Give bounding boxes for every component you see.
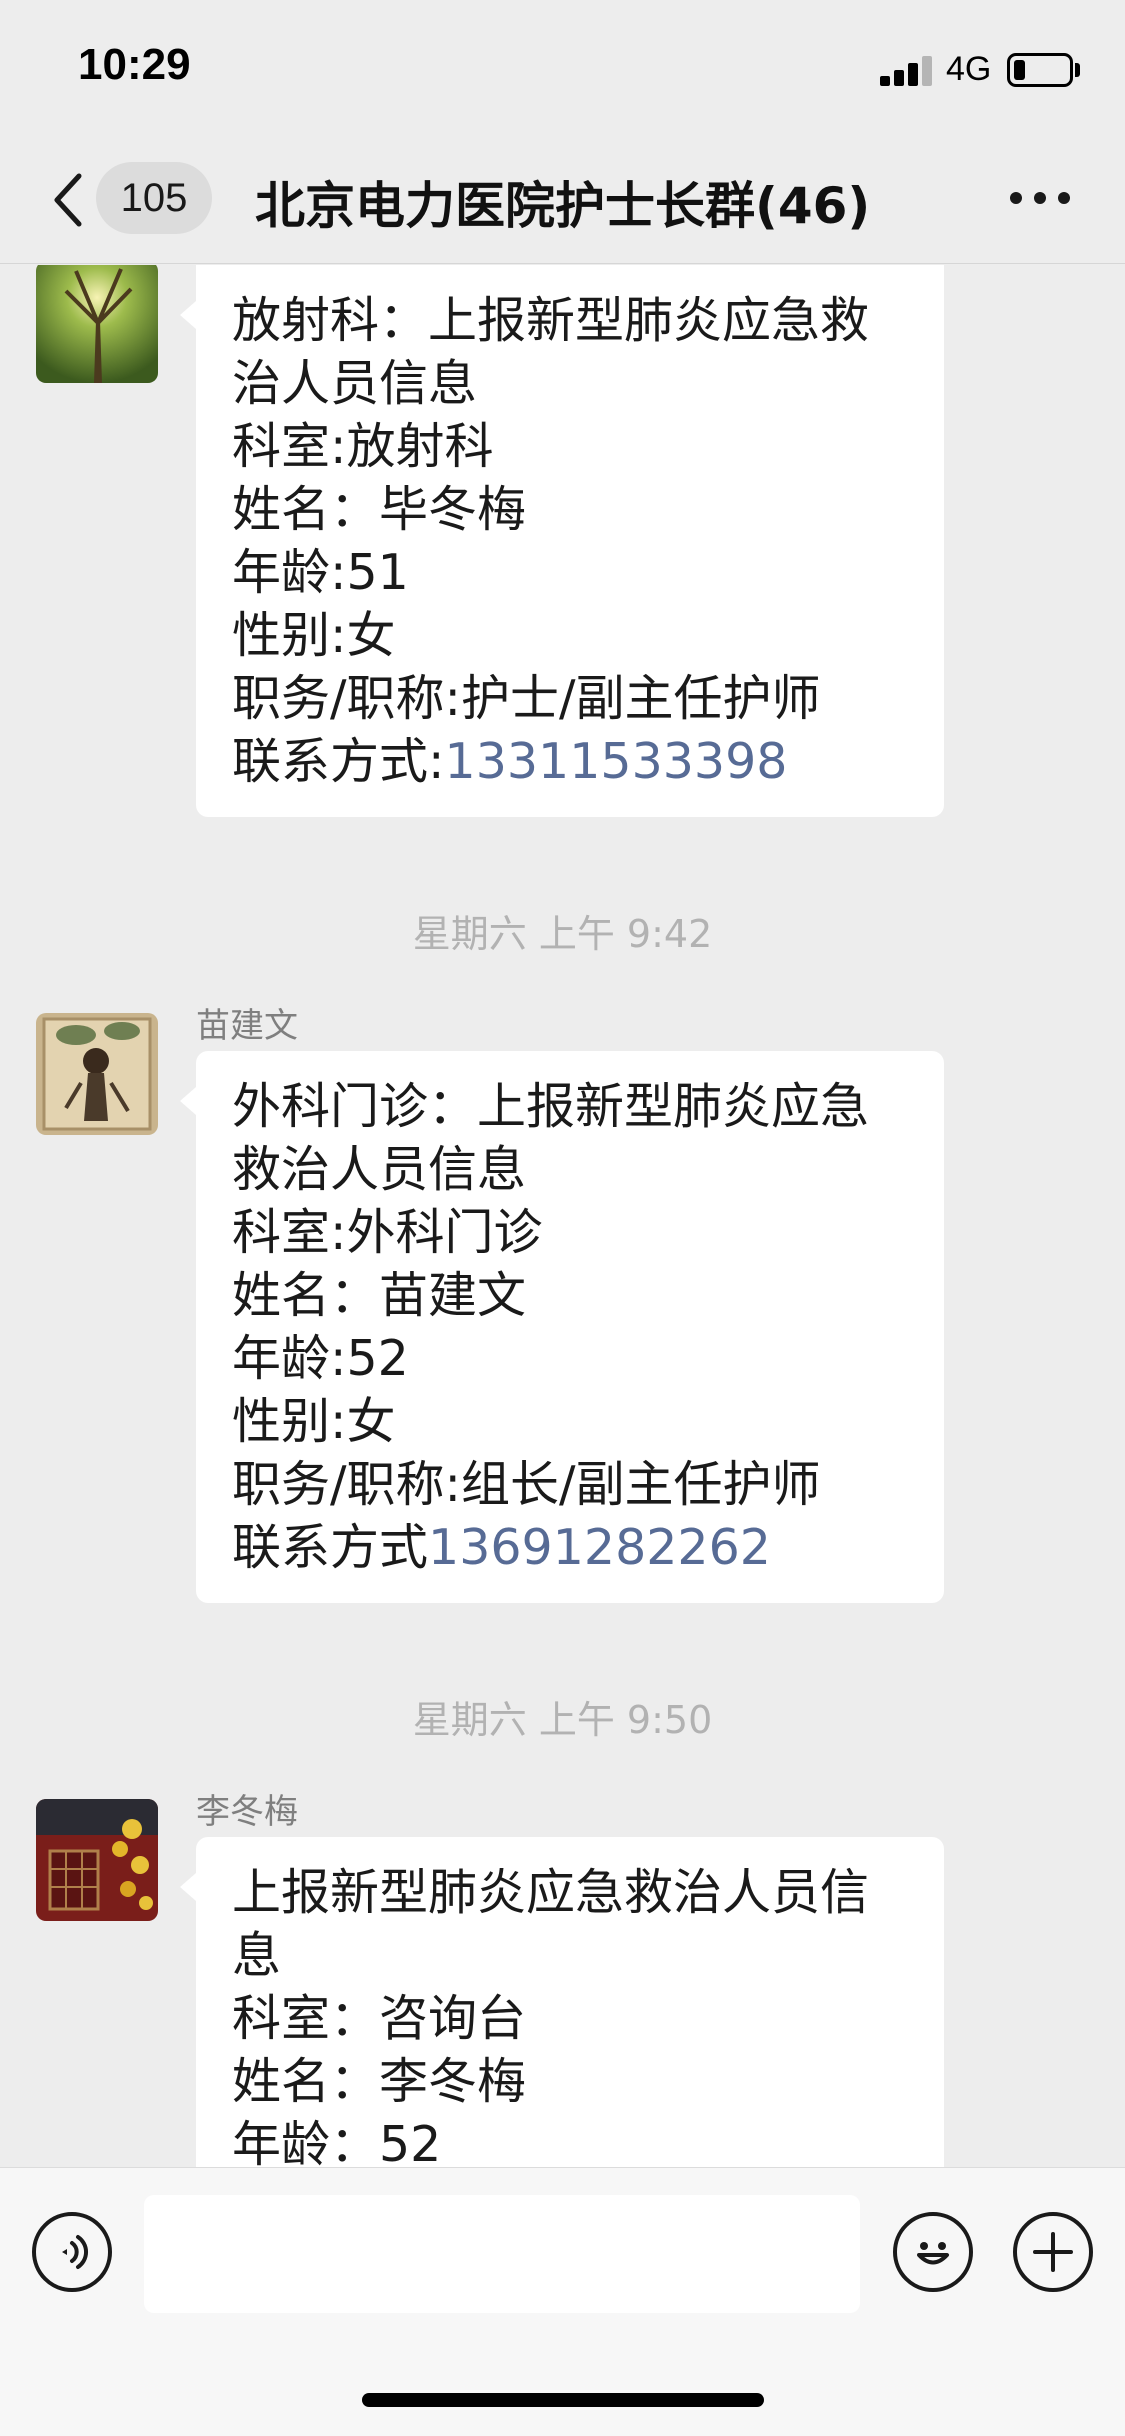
message-bubble[interactable]: 外科门诊：上报新型肺炎应急 救治人员信息 科室:外科门诊 姓名：苗建文 年龄:5… [180,1051,944,1603]
avatar[interactable] [36,1013,158,1135]
message-line: 科室:放射科 [232,418,494,475]
avatar[interactable] [36,1799,158,1921]
home-indicator[interactable] [362,2393,764,2407]
network-type: 4G [946,50,992,88]
page-title: 北京电力医院护士长群(46) [255,177,871,235]
battery-cap [1075,63,1080,77]
message-line: 性别:女 [232,1393,396,1450]
message-line: 姓名：李冬梅 [232,2053,527,2110]
message-line: 科室：咨询台 [232,1990,527,2047]
contact-label: 联系方式 [232,1519,429,1576]
message-bubble[interactable]: 上报新型肺炎应急救治人员信 息 科室：咨询台 姓名：李冬梅 年龄：52 [180,1837,944,2167]
message-line: 年龄：52 [232,2116,442,2167]
battery-icon [1007,53,1073,87]
message-line: 外科门诊：上报新型肺炎应急 [232,1078,870,1135]
unread-count-badge[interactable]: 105 [96,162,212,234]
chat-area[interactable]: 放射科：上报新型肺炎应急救 治人员信息 科室:放射科 姓名：毕冬梅 年龄:51 … [0,265,1125,2167]
message-line: 联系方式13691282262 [232,1516,908,1579]
message-line: 年龄:51 [232,544,409,601]
message-line: 职务/职称:组长/副主任护师 [232,1456,821,1513]
emoji-icon[interactable] [893,2212,973,2292]
more-dots-icon[interactable] [1010,190,1070,206]
message-line: 科室:外科门诊 [232,1204,543,1261]
avatar[interactable] [36,265,158,383]
message-line: 年龄:52 [232,1330,409,1387]
phone-link[interactable]: 13691282262 [428,1519,771,1576]
message-line: 息 [232,1927,282,1984]
sender-name: 苗建文 [196,1006,298,1046]
voice-icon[interactable] [32,2212,112,2292]
message-line: 姓名：毕冬梅 [232,481,527,538]
message-line: 职务/职称:护士/副主任护师 [232,670,821,727]
status-time: 10:29 [78,40,191,89]
message-bubble[interactable]: 放射科：上报新型肺炎应急救 治人员信息 科室:放射科 姓名：毕冬梅 年龄:51 … [180,265,944,817]
message-line: 放射科：上报新型肺炎应急救 [232,292,870,349]
timestamp: 星期六 上午 9:50 [412,1698,713,1742]
timestamp: 星期六 上午 9:42 [412,912,713,956]
plus-icon[interactable] [1013,2212,1093,2292]
sender-name: 李冬梅 [196,1792,298,1832]
message-line: 联系方式:13311533398 [232,730,908,793]
signal-icon [880,56,934,86]
phone-link[interactable]: 13311533398 [445,733,788,790]
message-line: 性别:女 [232,607,396,664]
message-line: 救治人员信息 [232,1141,527,1198]
nav-bar: 105 北京电力医院护士长群(46) [0,132,1125,264]
status-bar: 10:29 4G [0,0,1125,132]
message-input[interactable] [144,2195,860,2313]
message-line: 治人员信息 [232,355,478,412]
contact-label: 联系方式: [232,733,445,790]
message-line: 上报新型肺炎应急救治人员信 [232,1864,870,1921]
message-line: 姓名：苗建文 [232,1267,527,1324]
chevron-left-icon[interactable] [46,172,90,228]
